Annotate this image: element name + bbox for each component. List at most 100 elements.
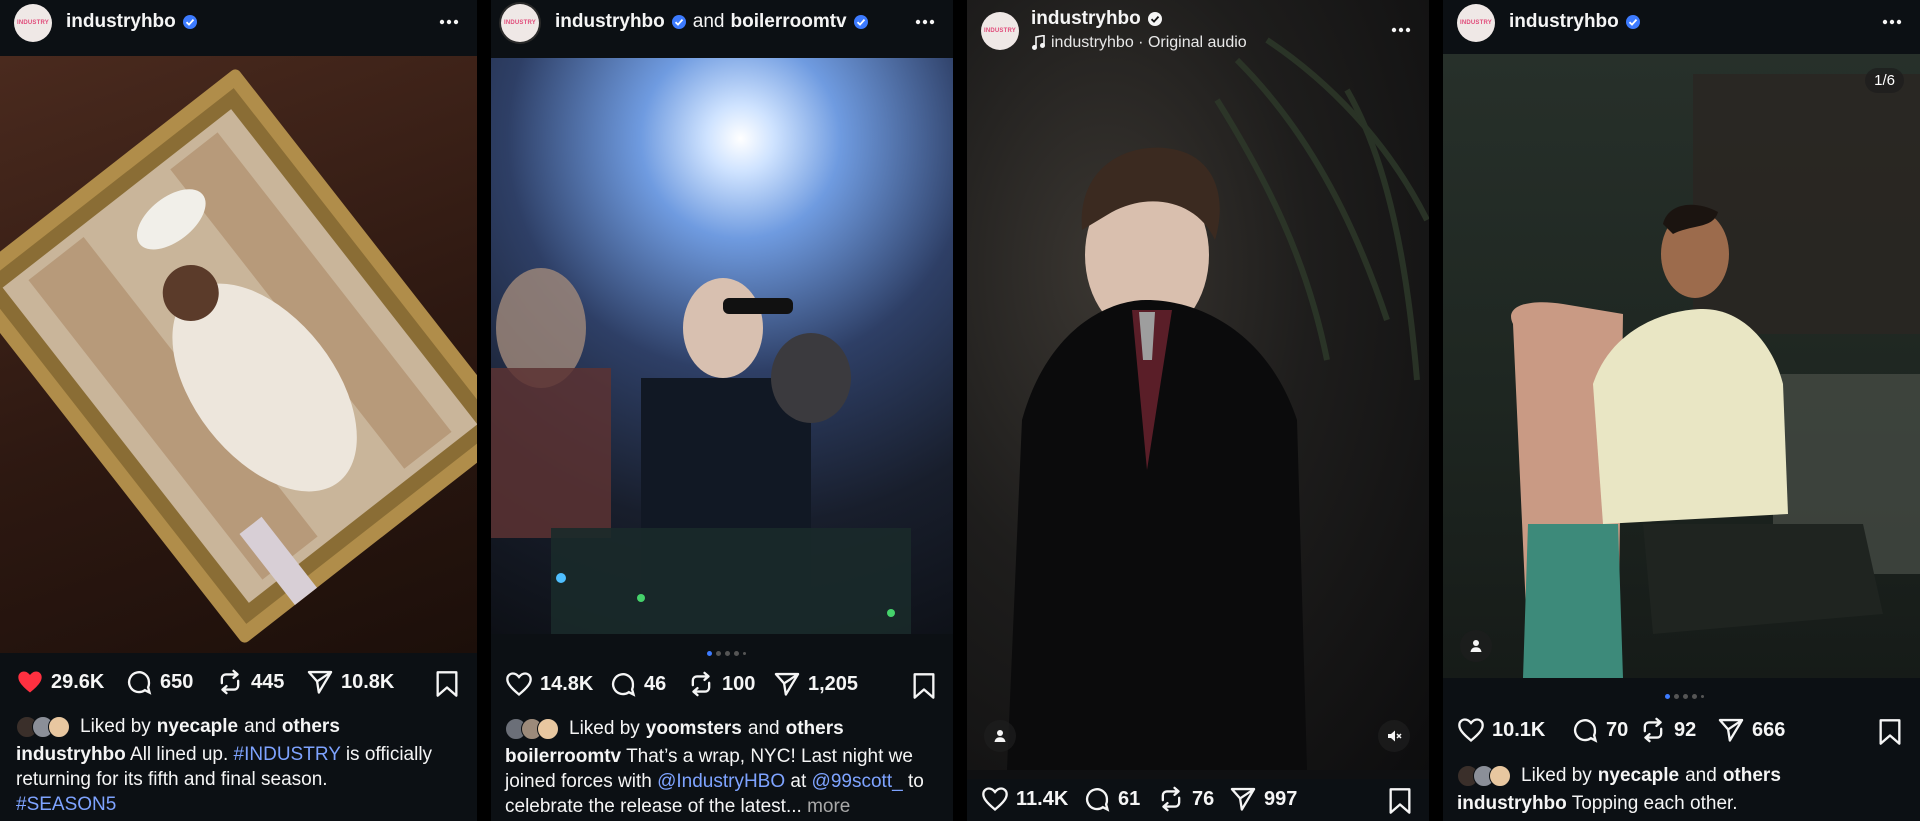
action-bar: 10.1K 70 92 666 [1443,712,1920,752]
share-button[interactable]: 666 [1717,716,1785,744]
liked-by-user[interactable]: nyecaple [157,716,238,738]
post-header: INDUSTRY industryhbo industryhbo · Origi… [967,0,1429,60]
avatar[interactable]: INDUSTRY [981,12,1019,50]
liked-by-and: and [1685,765,1717,786]
share-button[interactable]: 10.8K [306,668,394,696]
like-button[interactable]: 10.1K [1457,716,1545,744]
carousel-dot [1665,694,1670,699]
share-count: 666 [1752,718,1786,741]
comment-count: 70 [1606,718,1629,741]
avatar[interactable]: INDUSTRY [1457,4,1495,42]
comment-count: 650 [160,670,194,693]
repost-count: 76 [1192,787,1215,810]
repost-count: 445 [251,670,285,693]
comment-button[interactable]: 650 [125,668,193,696]
username-text[interactable]: industryhbo [1031,8,1141,30]
verified-badge-icon [1147,12,1162,26]
bookmark-button[interactable] [1387,787,1413,820]
avatar-logo: INDUSTRY [983,28,1017,34]
more-dots-icon[interactable] [1880,12,1904,32]
more-dots-icon[interactable] [913,12,937,32]
repost-button[interactable]: 76 [1157,785,1214,813]
more-dots-icon[interactable] [1389,20,1413,40]
like-count: 29.6K [51,670,105,693]
caption-username[interactable]: industryhbo [1457,793,1567,814]
post-header: INDUSTRY industryhbo and boilerroomtv [491,0,953,46]
more-link[interactable]: more [807,796,850,817]
post-image[interactable]: 1/6 [1443,54,1920,678]
action-bar: 14.8K 46 100 1,205 [491,666,953,706]
like-button[interactable]: 11.4K [981,785,1068,813]
more-dots-icon[interactable] [437,12,461,32]
like-button[interactable]: 14.8K [505,670,593,698]
username-text[interactable]: industryhbo [66,11,176,33]
username[interactable]: industryhbo [1031,8,1163,30]
liked-by-user[interactable]: yoomsters [646,718,742,740]
avatar[interactable]: INDUSTRY [501,4,539,42]
carousel-dot [1683,694,1688,699]
repost-button[interactable]: 92 [1639,716,1696,744]
comment-icon [127,671,152,695]
caption-username[interactable]: industryhbo [16,744,126,765]
avatar[interactable]: INDUSTRY [14,4,52,42]
bookmark-icon [1879,719,1901,745]
post-image[interactable] [491,58,953,634]
repost-icon [1161,786,1181,812]
party-crowd-image [491,268,911,634]
comment-icon [1085,788,1110,812]
carousel-dot [1701,695,1704,698]
comment-button[interactable]: 61 [1083,785,1140,813]
like-count: 10.1K [1492,718,1546,741]
post-caption: industryhbo Topping each other. [1457,791,1904,816]
liked-by-line: Liked by nyecaple and others [16,716,340,738]
repost-button[interactable]: 445 [216,668,284,696]
liked-by-others[interactable]: others [1723,765,1781,787]
share-button[interactable]: 997 [1229,785,1297,813]
caption-username[interactable]: boilerroomtv [505,746,621,767]
liker-avatar [1489,765,1511,787]
username-text[interactable]: industryhbo [555,11,665,33]
post-image[interactable] [0,56,477,653]
comment-count: 46 [644,672,667,695]
like-button[interactable]: 29.6K [16,668,104,696]
share-button[interactable]: 1,205 [773,670,858,698]
heart-icon [982,787,1008,812]
bookmark-icon [436,671,458,697]
hashtag-link[interactable]: #SEASON5 [16,794,116,815]
username[interactable]: industryhbo and boilerroomtv [555,11,869,33]
like-count: 11.4K [1016,787,1069,810]
avatar-logo: INDUSTRY [1459,20,1493,26]
liked-by-others[interactable]: others [282,716,340,738]
liked-by-user[interactable]: nyecaple [1598,765,1679,787]
username[interactable]: industryhbo [66,11,198,33]
mute-button[interactable] [1378,720,1410,752]
verified-badge-icon [182,15,197,29]
liker-avatar [48,716,70,738]
repost-button[interactable]: 100 [687,670,755,698]
liked-by-others[interactable]: others [786,718,844,740]
liked-by-prefix: Liked by [569,718,640,739]
comment-button[interactable]: 70 [1571,716,1628,744]
hashtag-link[interactable]: #INDUSTRY [234,744,341,765]
username[interactable]: industryhbo [1509,11,1641,33]
portrait-armchair-image [1511,74,1920,678]
mention-link[interactable]: @99scott_ [812,771,903,792]
bookmark-button[interactable] [434,670,460,703]
collab-username[interactable]: boilerroomtv [730,11,846,33]
liker-avatar [537,718,559,740]
heart-icon [18,671,42,693]
username-text[interactable]: industryhbo [1509,11,1619,33]
comment-button[interactable]: 46 [609,670,666,698]
liked-by-avatars [505,718,563,740]
video-player[interactable] [967,0,1429,770]
audio-line[interactable]: industryhbo · Original audio [1031,34,1247,52]
avatar-logo: INDUSTRY [16,20,50,26]
bookmark-button[interactable] [1877,718,1903,751]
verified-badge-icon [853,15,868,29]
reel-video-frame [1007,37,1429,770]
bookmark-button[interactable] [911,672,937,705]
tagged-people-button[interactable] [984,720,1016,752]
tagged-people-button[interactable] [1460,630,1492,662]
post-caption: boilerroomtv That’s a wrap, NYC! Last ni… [505,744,939,819]
mention-link[interactable]: @IndustryHBO [657,771,785,792]
